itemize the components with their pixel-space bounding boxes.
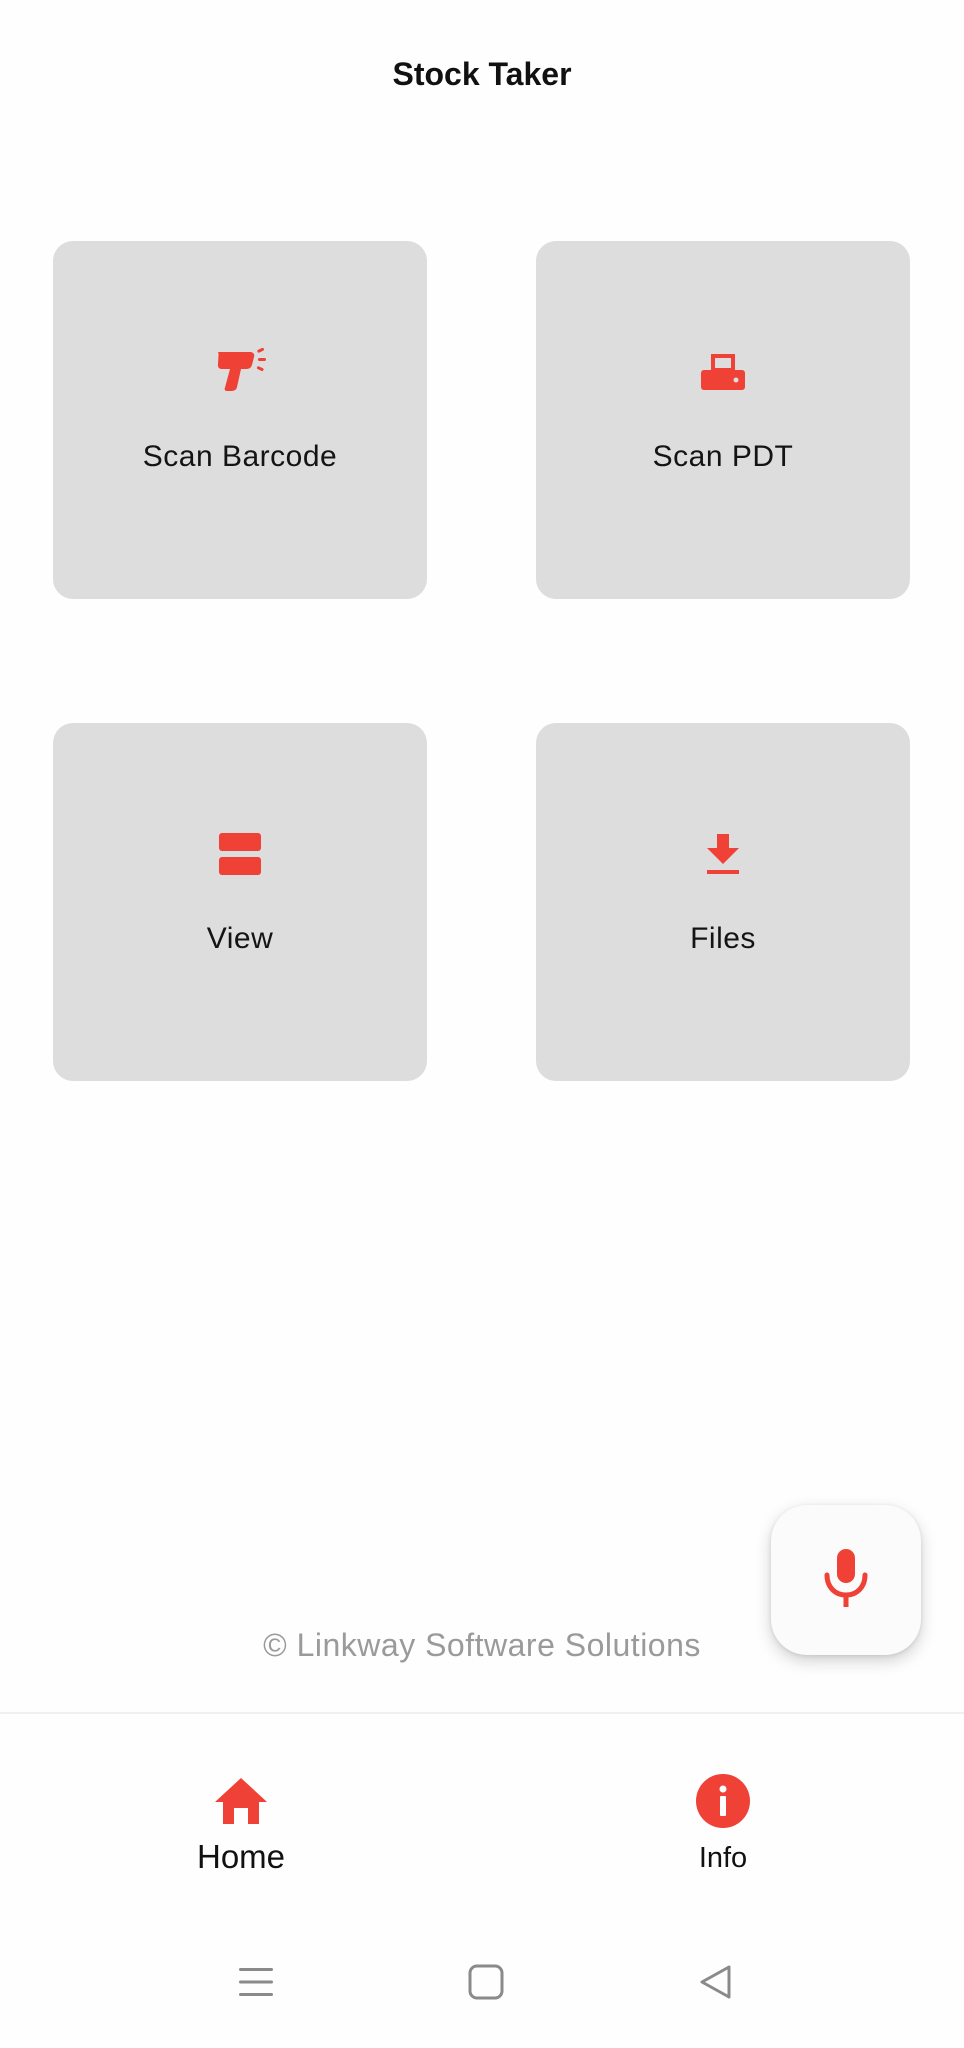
tile-label: View — [206, 922, 274, 955]
info-icon — [694, 1772, 752, 1830]
nav-item-home[interactable]: Home — [0, 1714, 482, 1914]
home-icon — [212, 1772, 270, 1830]
menu-icon[interactable] — [226, 1952, 286, 2012]
copyright-text: © Linkway Software Solutions — [263, 1627, 701, 1663]
scan-pdt-tile[interactable]: Scan PDT — [536, 241, 910, 599]
download-icon — [693, 824, 753, 884]
tile-label: Scan Barcode — [142, 440, 338, 473]
nav-item-info[interactable]: Info — [482, 1714, 964, 1914]
tile-label: Scan PDT — [652, 440, 794, 473]
tile-label: Files — [690, 922, 756, 955]
nav-label: Home — [196, 1838, 286, 1875]
view-agenda-icon — [210, 824, 270, 884]
printer-icon — [693, 342, 753, 402]
home-screen: Stock Taker Scan Barcode Scan PDT View F… — [0, 0, 964, 2048]
bottom-navigation: Home Info — [0, 1712, 964, 1914]
files-tile[interactable]: Files — [536, 723, 910, 1081]
square-home-icon[interactable] — [456, 1952, 516, 2012]
back-triangle-icon[interactable] — [686, 1952, 746, 2012]
view-tile[interactable]: View — [53, 723, 427, 1081]
system-navigation-bar — [0, 1912, 964, 2048]
barcode-scanner-icon — [210, 342, 270, 402]
nav-label: Info — [698, 1842, 748, 1874]
scan-barcode-tile[interactable]: Scan Barcode — [53, 241, 427, 599]
page-title: Stock Taker — [392, 56, 572, 92]
microphone-icon — [822, 1547, 870, 1614]
